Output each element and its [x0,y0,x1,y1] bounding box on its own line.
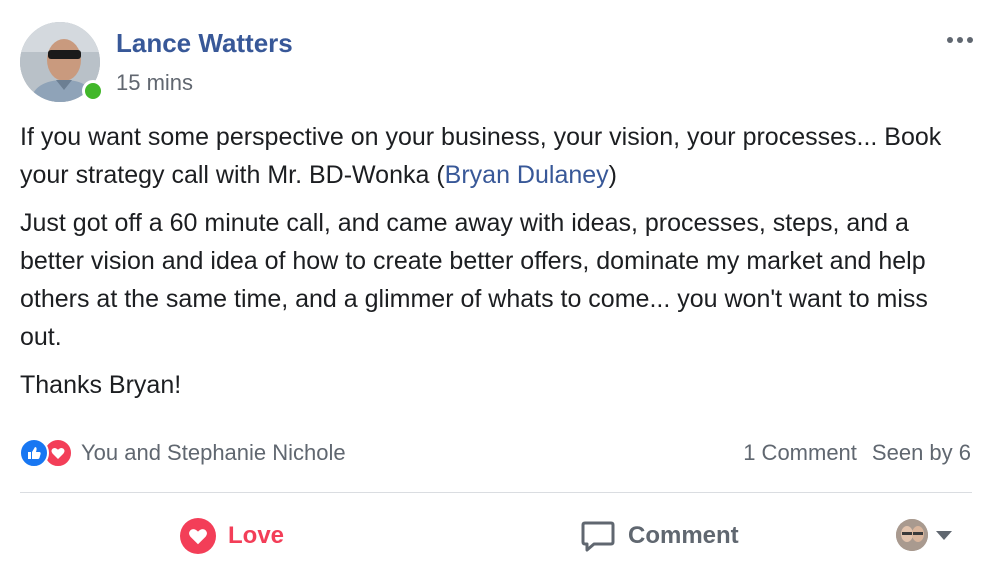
comment-button-label: Comment [628,522,739,549]
user-avatar [896,519,928,551]
reactions-summary[interactable]: You and Stephanie Nichole [19,438,346,468]
post-paragraph: Just got off a 60 minute call, and came … [20,209,928,351]
reaction-names[interactable]: You and Stephanie Nichole [81,440,346,466]
chevron-down-icon [936,530,952,540]
like-icon [19,438,49,468]
dot-icon [967,37,973,43]
post-paragraph: Thanks Bryan! [20,371,182,399]
love-icon [180,518,216,554]
reaction-identity-selector[interactable] [896,518,952,552]
post-paragraph: If you want some perspective on your bus… [20,118,975,194]
post-text: ) [608,161,617,189]
seen-by-count[interactable]: Seen by 6 [872,440,971,466]
post-body: If you want some perspective on your bus… [20,118,975,414]
comment-button[interactable]: Comment [580,514,739,558]
author-name[interactable]: Lance Watters [116,28,293,59]
love-button[interactable]: Love [180,514,284,558]
dot-icon [947,37,953,43]
love-button-label: Love [228,522,285,549]
comment-icon [581,521,615,552]
mention-link[interactable]: Bryan Dulaney [445,161,609,189]
online-status-indicator [82,80,104,102]
post-stats: 1 Comment Seen by 6 [743,440,971,466]
dot-icon [957,37,963,43]
post-timestamp[interactable]: 15 mins [116,70,193,96]
comment-count[interactable]: 1 Comment [743,440,857,466]
divider [20,492,972,493]
more-options-button[interactable] [944,30,976,50]
